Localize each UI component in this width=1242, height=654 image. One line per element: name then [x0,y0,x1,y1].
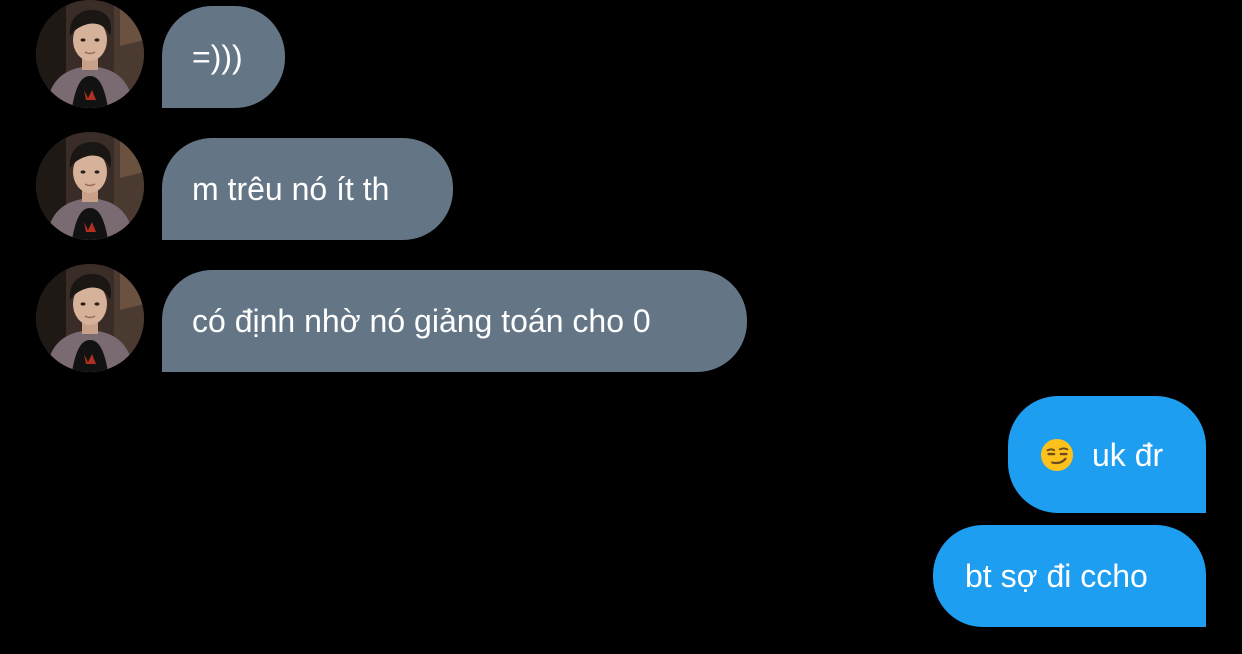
smirking-face-emoji-icon [1040,438,1074,471]
message-text: m trêu nó ít th [192,171,390,207]
incoming-message-bubble[interactable]: =))) [162,6,285,108]
contact-avatar[interactable] [36,264,144,372]
message-text: =))) [192,39,243,75]
user-avatar-photo-icon [36,264,144,372]
incoming-message-bubble[interactable]: có định nhờ nó giảng toán cho 0 [162,270,747,372]
message-text: uk đr [1092,436,1164,473]
user-avatar-photo-icon [36,0,144,108]
incoming-message-bubble[interactable]: m trêu nó ít th [162,138,453,240]
contact-avatar[interactable] [36,0,144,108]
message-text: bt sợ đi ccho [965,558,1148,594]
user-avatar-photo-icon [36,132,144,240]
contact-avatar[interactable] [36,132,144,240]
message-text: có định nhờ nó giảng toán cho 0 [192,303,651,339]
outgoing-message-bubble[interactable]: uk đr [1008,396,1206,513]
outgoing-message-bubble[interactable]: bt sợ đi ccho [933,525,1206,627]
